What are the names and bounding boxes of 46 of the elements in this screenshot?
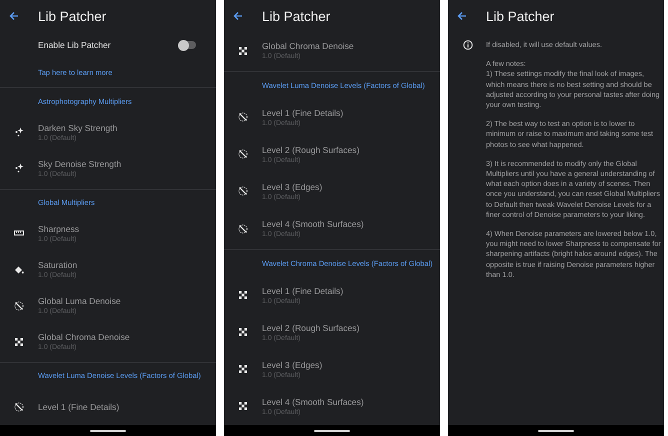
- checker-icon: [238, 46, 248, 56]
- noise-off-icon: [238, 224, 248, 234]
- checker-icon: [238, 290, 248, 300]
- home-indicator[interactable]: [538, 430, 574, 432]
- home-indicator[interactable]: [314, 430, 350, 432]
- setting-label: Level 2 (Rough Surfaces): [262, 144, 360, 155]
- setting-label: Level 2 (Rough Surfaces): [262, 322, 360, 333]
- home-indicator[interactable]: [90, 430, 126, 432]
- info-icon: [463, 40, 473, 50]
- setting-label: Level 3 (Edges): [262, 182, 322, 192]
- ruler-icon: [14, 228, 24, 238]
- setting-label: Level 1 (Fine Details): [262, 286, 344, 296]
- setting-label: Saturation: [38, 260, 78, 270]
- setting-label: Level 1 (Fine Details): [262, 108, 344, 118]
- noise-off-icon: [238, 186, 248, 196]
- setting-label: Global Chroma Denoise: [262, 41, 354, 52]
- screen-title: Lib Patcher: [486, 8, 554, 24]
- setting-label: Global Chroma Denoise: [38, 332, 130, 342]
- noise-off-icon: [238, 112, 248, 122]
- screen-title: Lib Patcher: [38, 8, 106, 24]
- setting-label: Global Luma Denoise: [38, 296, 121, 306]
- checker-icon: [238, 327, 248, 338]
- screen-title: Lib Patcher: [262, 8, 330, 24]
- back-arrow-icon[interactable]: [9, 11, 19, 21]
- setting-label: Level 1 (Fine Details): [38, 402, 120, 412]
- noise-off-icon: [14, 300, 24, 311]
- noise-off-icon: [14, 402, 24, 412]
- setting-label: Darken Sky Strength: [38, 122, 118, 133]
- sparkle-icon: [14, 127, 24, 138]
- back-arrow-icon[interactable]: [457, 11, 467, 21]
- paint-bucket-icon: [14, 264, 24, 275]
- setting-label: Sharpness: [38, 224, 80, 234]
- toggle-switch[interactable]: [180, 41, 196, 50]
- toggle-row[interactable]: Enable Lib Patcher: [0, 32, 216, 59]
- sparkle-icon: [14, 163, 24, 174]
- noise-off-icon: [238, 149, 248, 160]
- back-arrow-icon[interactable]: [233, 11, 243, 21]
- setting-label: Sky Denoise Strength: [38, 158, 122, 169]
- setting-label: Level 4 (Smooth Surfaces): [262, 219, 364, 229]
- checker-icon: [238, 401, 248, 412]
- checker-icon: [14, 336, 24, 347]
- setting-row[interactable]: Level 1 (Fine Details): [0, 388, 216, 425]
- setting-label: Level 3 (Edges): [262, 360, 322, 370]
- setting-label: Enable Lib Patcher: [38, 40, 111, 50]
- checker-icon: [238, 364, 248, 374]
- setting-label: Level 4 (Smooth Surfaces): [262, 396, 364, 407]
